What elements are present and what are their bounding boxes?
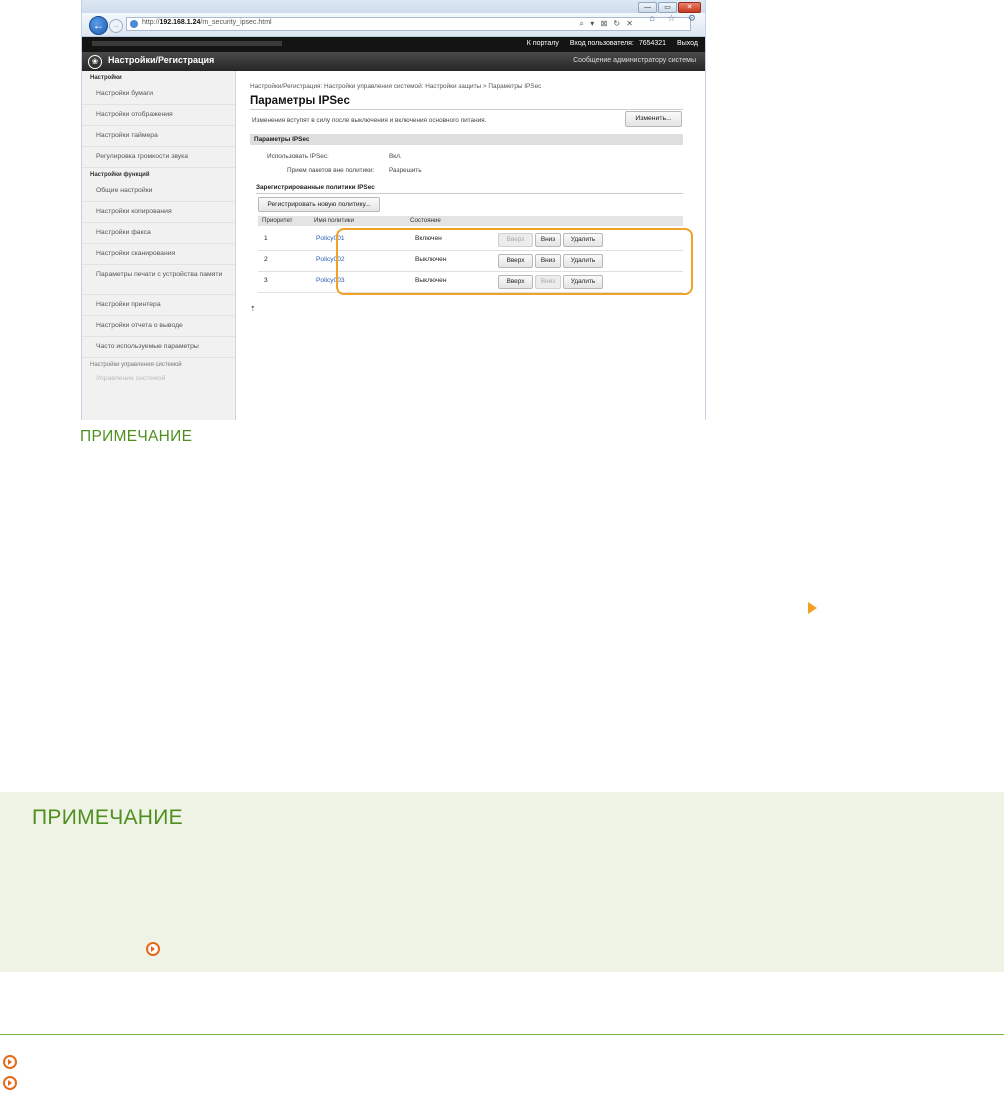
sidebar-item-fax[interactable]: Настройки факса (82, 223, 235, 244)
sidebar-group-settings: Настройки (90, 75, 122, 81)
section-divider (0, 1034, 1004, 1035)
browser-screenshot: — ▭ ✕ ← → http://192.168.1.24/m_security… (81, 0, 706, 420)
sidebar-item-volume[interactable]: Регулировка громкости звука (82, 147, 235, 168)
sidebar-item-scan[interactable]: Настройки сканирования (82, 244, 235, 265)
sidebar-item-display[interactable]: Настройки отображения (82, 105, 235, 126)
circle-arrow-link-icon[interactable] (3, 1055, 17, 1069)
sidebar-item-copy[interactable]: Настройки копирования (82, 202, 235, 223)
register-policy-button[interactable]: Регистрировать новую политику... (258, 197, 380, 212)
col-policy-name: Имя политики (314, 217, 354, 224)
sidebar-item-printer[interactable]: Настройки принтера (82, 295, 235, 316)
play-triangle-icon[interactable] (808, 602, 817, 614)
sidebar-item-paper[interactable]: Настройки бумаги (82, 84, 235, 105)
use-ipsec-label: Использовать IPSec: (267, 153, 329, 160)
col-state: Состояние (410, 217, 441, 224)
window-titlebar: — ▭ ✕ (82, 0, 705, 13)
device-topbar: К порталу Вход пользователя: 7654321 Вых… (82, 37, 705, 52)
settings-logo-icon: ❀ (88, 55, 102, 69)
favicon-icon (130, 20, 138, 28)
use-ipsec-value: Вкл. (389, 153, 402, 160)
row-priority: 2 (264, 256, 268, 263)
sidebar-item-timer[interactable]: Настройки таймера (82, 126, 235, 147)
sidebar-item-general[interactable]: Общие настройки (82, 181, 235, 202)
registered-policies-title: Зарегистрированные политики IPSec (256, 184, 375, 191)
section-title-ipsec: Параметры IPSec (250, 134, 683, 145)
close-window-button[interactable]: ✕ (678, 2, 701, 13)
minimize-button[interactable]: — (638, 2, 657, 13)
breadcrumb[interactable]: Настройки/Регистрация: Настройки управле… (250, 83, 541, 90)
packets-policy-value: Разрешить (389, 167, 422, 174)
back-arrow-icon[interactable]: ← (89, 16, 108, 35)
note-heading: ПРИМЕЧАНИЕ (80, 428, 193, 445)
sidebar-group-system: Настройки управления системой (90, 362, 182, 368)
title-divider (250, 109, 683, 110)
app-header: ❀ Настройки/Регистрация Сообщение админи… (82, 52, 705, 71)
registered-divider (256, 193, 683, 194)
logout-link[interactable]: Выход (677, 40, 698, 47)
policy-table-header: Приоритет Имя политики Состояние (258, 216, 683, 226)
sidebar-item-output-report[interactable]: Настройки отчета о выводе (82, 316, 235, 337)
address-bar[interactable]: http://192.168.1.24/m_security_ipsec.htm… (126, 17, 691, 31)
circle-arrow-link-icon[interactable] (3, 1076, 17, 1090)
sidebar-item-favorites[interactable]: Часто используемые параметры (82, 337, 235, 358)
sidebar-group-functions: Настройки функций (90, 172, 150, 178)
forward-arrow-icon[interactable]: → (109, 19, 123, 33)
address-controls[interactable]: ⌕ ▾ ⊠ ↻ ✕ (580, 19, 636, 29)
browser-navbar: ← → http://192.168.1.24/m_security_ipsec… (82, 13, 705, 37)
portal-link[interactable]: К порталу (527, 40, 559, 47)
sidebar: Настройки Настройки бумаги Настройки ото… (82, 71, 236, 420)
col-priority: Приоритет (262, 217, 293, 224)
scroll-top-icon[interactable]: ⇡ (250, 305, 256, 313)
device-name-blurred (92, 41, 282, 46)
row-priority: 3 (264, 277, 268, 284)
page-title: Параметры IPSec (250, 95, 350, 107)
admin-message-link[interactable]: Сообщение администратору системы (573, 57, 696, 64)
home-star-gear-icons[interactable]: ⌂ ☆ ⚙ (649, 13, 701, 24)
sidebar-item-system-management[interactable]: Управление системой (82, 371, 235, 382)
packets-policy-label: Прием пакетов вне политики: (287, 167, 375, 174)
user-id: 7654321 (638, 40, 667, 47)
topbar-links: К порталу Вход пользователя: 7654321 Вых… (518, 40, 698, 47)
window-buttons: — ▭ ✕ (638, 2, 701, 13)
circle-arrow-link-icon[interactable] (146, 942, 160, 956)
edit-button[interactable]: Изменить... (625, 111, 682, 127)
login-label: Вход пользователя: (569, 40, 634, 47)
policy-rows-highlight (336, 228, 693, 295)
row-priority: 1 (264, 235, 268, 242)
maximize-button[interactable]: ▭ (658, 2, 677, 13)
sidebar-item-memory-print[interactable]: Параметры печати с устройства памяти (82, 265, 235, 295)
restart-notice: Изменения вступят в силу после выключени… (252, 117, 487, 124)
address-url: http://192.168.1.24/m_security_ipsec.htm… (142, 19, 272, 26)
note-heading-large: ПРИМЕЧАНИЕ (32, 806, 183, 829)
app-title: Настройки/Регистрация (108, 55, 215, 65)
